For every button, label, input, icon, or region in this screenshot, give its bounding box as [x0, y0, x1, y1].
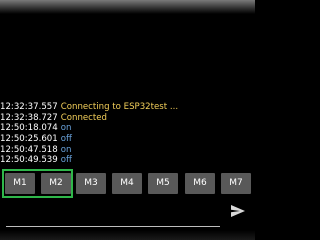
macro-button-m5[interactable]: M5 — [148, 173, 178, 194]
log-timestamp: 12:50:25.601 — [0, 134, 58, 145]
send-icon — [231, 205, 245, 217]
command-input[interactable] — [6, 210, 220, 227]
log-line: 12:50:49.539 off — [0, 155, 255, 166]
log-line: 12:50:25.601 off — [0, 134, 255, 145]
log-message: Connecting to ESP32test ... — [60, 102, 179, 112]
macro-button-m6[interactable]: M6 — [185, 173, 215, 194]
log-timestamp: 12:50:47.518 — [0, 144, 58, 155]
log-line: 12:32:37.557 Connecting to ESP32test ... — [0, 102, 255, 113]
bottom-edge — [0, 230, 255, 240]
log-timestamp: 12:32:38.727 — [0, 112, 58, 123]
log-timestamp: 12:50:49.539 — [0, 155, 58, 166]
log-message: on — [60, 144, 72, 155]
log-message: Connected — [60, 112, 108, 123]
macro-button-m3[interactable]: M3 — [76, 173, 106, 194]
log-timestamp: 12:32:37.557 — [0, 102, 58, 112]
log-message: off — [60, 155, 72, 166]
terminal-log: 12:32:37.557 Connecting to ESP32test ... … — [0, 102, 255, 166]
send-button[interactable] — [228, 202, 248, 220]
app-top-bar — [0, 0, 255, 14]
log-message: off — [60, 134, 72, 145]
log-line: 12:32:38.727 Connected — [0, 113, 255, 124]
highlight-box — [2, 169, 73, 198]
macro-button-m7[interactable]: M7 — [221, 173, 251, 194]
log-message: on — [60, 123, 72, 134]
log-line: 12:50:47.518 on — [0, 145, 255, 156]
command-input-wrapper — [6, 205, 220, 227]
log-timestamp: 12:50:18.074 — [0, 123, 58, 134]
log-line: 12:50:18.074 on — [0, 123, 255, 134]
macro-button-m4[interactable]: M4 — [112, 173, 142, 194]
